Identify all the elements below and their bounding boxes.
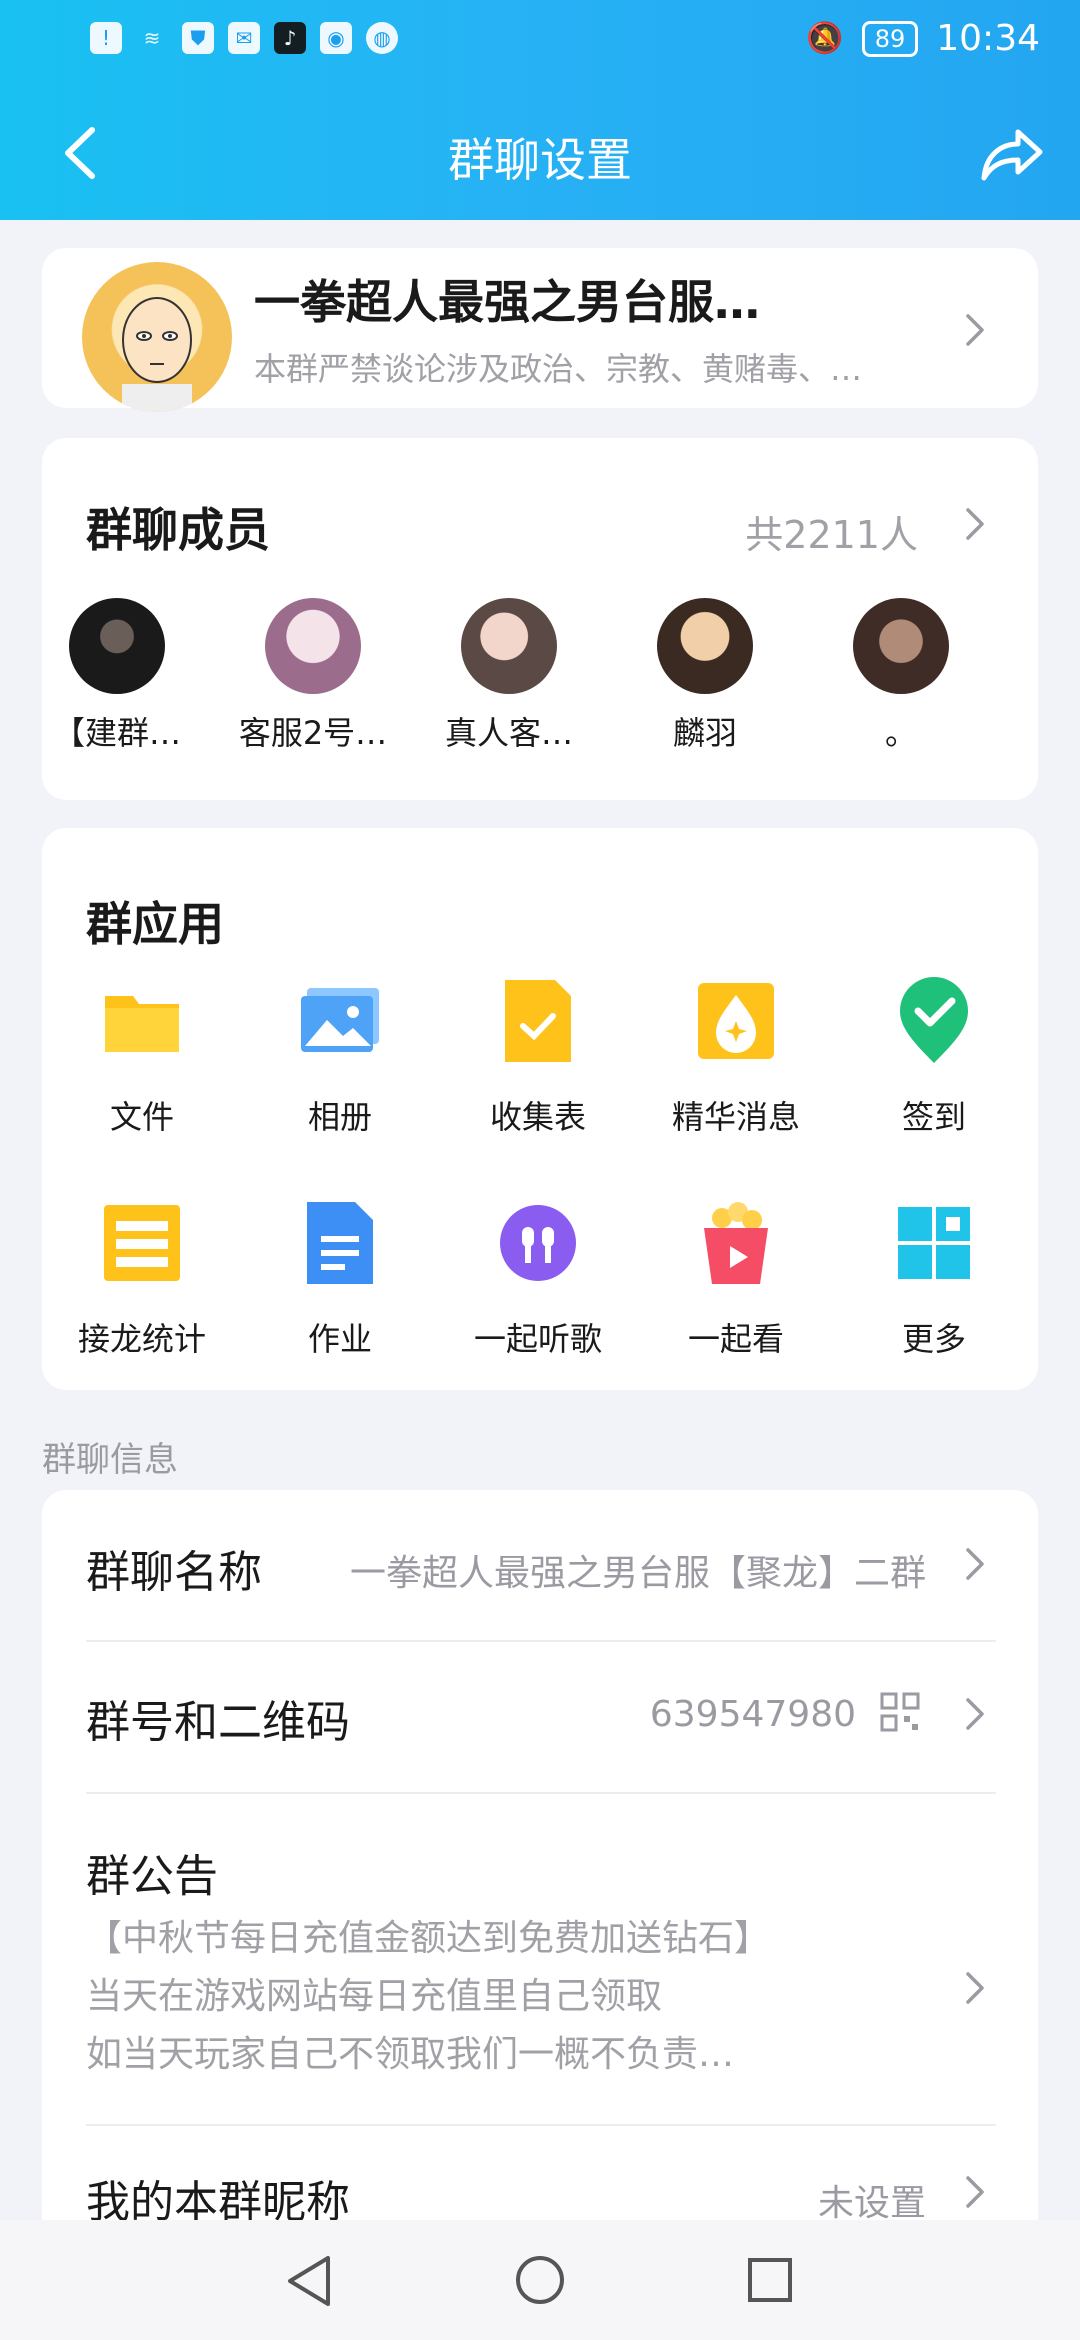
member-name: 真人客… bbox=[444, 714, 573, 752]
nav-back-icon[interactable] bbox=[284, 2254, 334, 2308]
group-name: 一拳超人最强之男台服… bbox=[254, 275, 760, 329]
app-listen-music[interactable]: 一起听歌 bbox=[448, 1198, 628, 1360]
row-label: 群聊名称 bbox=[86, 1547, 262, 1598]
member-avatar bbox=[69, 598, 165, 694]
shield-icon: ⛊ bbox=[182, 22, 214, 54]
notice-line: 当天在游戏网站每日充值里自己领取 bbox=[86, 1976, 663, 2017]
form-icon bbox=[493, 976, 583, 1066]
nav-recents-icon[interactable] bbox=[746, 2256, 794, 2304]
app-label: 精华消息 bbox=[671, 1098, 800, 1136]
nav-home-icon[interactable] bbox=[514, 2254, 566, 2306]
app-label: 作业 bbox=[307, 1320, 372, 1358]
group-id-value: 639547980 bbox=[649, 1694, 856, 1735]
relay-icon bbox=[97, 1198, 187, 1288]
chevron-right-icon bbox=[964, 2172, 988, 2212]
system-nav-bar bbox=[0, 2220, 1080, 2340]
chevron-right-icon[interactable] bbox=[964, 504, 988, 544]
battery-indicator: 89 bbox=[861, 20, 919, 57]
member-avatar bbox=[461, 598, 557, 694]
app-relay[interactable]: 接龙统计 bbox=[52, 1198, 232, 1360]
member-avatar bbox=[853, 598, 949, 694]
share-icon[interactable] bbox=[976, 120, 1046, 186]
group-avatar bbox=[82, 262, 232, 412]
member-item[interactable]: 真人客… bbox=[434, 598, 584, 754]
member-avatar bbox=[657, 598, 753, 694]
group-description: 本群严禁谈论涉及政治、宗教、黄赌毒、… bbox=[254, 350, 863, 388]
listen-music-icon bbox=[493, 1198, 583, 1288]
app-icon: ◉ bbox=[320, 22, 352, 54]
group-name-row[interactable]: 群聊名称 一拳超人最强之男台服【聚龙】二群 bbox=[86, 1490, 996, 1642]
group-notice-row[interactable]: 群公告 【中秋节每日充值金额达到免费加送钻石】 当天在游戏网站每日充值里自己领取… bbox=[86, 1794, 996, 2126]
nickname-value: 未设置 bbox=[817, 2183, 926, 2224]
status-bar: ! ≋ ⛊ ✉ ♪ ◉ ◍ 🔕 89 10:34 bbox=[0, 0, 1080, 88]
member-item[interactable]: 【建群… bbox=[42, 598, 192, 754]
check-in-icon bbox=[889, 976, 979, 1066]
member-name: 。 bbox=[884, 714, 917, 752]
wifi-icon: ≋ bbox=[143, 26, 161, 50]
more-apps-icon bbox=[889, 1198, 979, 1288]
app-essence[interactable]: 精华消息 bbox=[646, 976, 826, 1138]
section-label-group-info: 群聊信息 bbox=[42, 1440, 178, 1480]
group-id-row[interactable]: 群号和二维码 639547980 bbox=[86, 1642, 996, 1794]
chevron-right-icon bbox=[964, 1694, 988, 1734]
notice-line: 如当天玩家自己不领取我们一概不负责… bbox=[86, 2034, 735, 2075]
app-check-in[interactable]: 签到 bbox=[844, 976, 1024, 1138]
app-header: ! ≋ ⛊ ✉ ♪ ◉ ◍ 🔕 89 10:34 群聊设置 bbox=[0, 0, 1080, 220]
member-name: 客服2号… bbox=[238, 714, 388, 752]
homework-icon bbox=[295, 1198, 385, 1288]
members-title: 群聊成员 bbox=[86, 503, 270, 557]
member-avatar bbox=[265, 598, 361, 694]
app-watch-together[interactable]: 一起看 bbox=[646, 1198, 826, 1360]
app-label: 收集表 bbox=[489, 1098, 586, 1136]
member-name: 麟羽 bbox=[672, 714, 737, 752]
notification-icons: ! ≋ ⛊ ✉ ♪ ◉ ◍ bbox=[90, 22, 398, 54]
app-label: 签到 bbox=[901, 1098, 966, 1136]
chevron-right-icon bbox=[964, 1544, 988, 1584]
notice-line: 【中秋节每日充值金额达到免费加送钻石】 bbox=[86, 1918, 771, 1959]
tiktok-icon: ♪ bbox=[274, 22, 306, 54]
chevron-right-icon bbox=[964, 310, 988, 350]
member-item[interactable]: 客服2号… bbox=[238, 598, 388, 754]
mail-icon: ✉ bbox=[228, 22, 260, 54]
chevron-right-icon bbox=[964, 1968, 988, 2008]
group-apps-card: 群应用 文件 相册 收集表 精华消息 签到 接龙统计 作业 一起听歌 一起看 更… bbox=[42, 828, 1038, 1390]
member-item[interactable]: 麟羽 bbox=[630, 598, 780, 754]
browser-icon: ◍ bbox=[366, 22, 398, 54]
alert-icon: ! bbox=[90, 22, 122, 54]
app-files[interactable]: 文件 bbox=[52, 976, 232, 1138]
nav-bar: 群聊设置 bbox=[0, 100, 1080, 210]
photo-album-icon bbox=[295, 976, 385, 1066]
app-label: 文件 bbox=[109, 1098, 174, 1136]
app-album[interactable]: 相册 bbox=[250, 976, 430, 1138]
member-count[interactable]: 共2211人 bbox=[745, 504, 918, 559]
app-label: 相册 bbox=[307, 1098, 372, 1136]
members-card: 群聊成员 共2211人 【建群… 客服2号… 真人客… 麟羽 。 bbox=[42, 438, 1038, 800]
watch-together-icon bbox=[691, 1198, 781, 1288]
member-name: 【建群… bbox=[52, 714, 181, 752]
folder-icon bbox=[97, 976, 187, 1066]
group-info-card: 群聊名称 一拳超人最强之男台服【聚龙】二群 群号和二维码 639547980 群… bbox=[42, 1490, 1038, 2250]
member-item[interactable]: 。 bbox=[826, 598, 976, 754]
page-title: 群聊设置 bbox=[448, 133, 632, 187]
group-profile-card[interactable]: 一拳超人最强之男台服… 本群严禁谈论涉及政治、宗教、黄赌毒、… bbox=[42, 248, 1038, 412]
app-label: 接龙统计 bbox=[77, 1320, 206, 1358]
row-label: 群号和二维码 bbox=[86, 1697, 350, 1748]
mute-icon: 🔕 bbox=[806, 21, 844, 56]
qr-code-icon bbox=[880, 1692, 920, 1732]
app-form[interactable]: 收集表 bbox=[448, 976, 628, 1138]
app-label: 更多 bbox=[901, 1320, 966, 1358]
app-label: 一起看 bbox=[687, 1320, 784, 1358]
app-homework[interactable]: 作业 bbox=[250, 1198, 430, 1360]
clock: 10:34 bbox=[936, 18, 1040, 59]
group-name-value: 一拳超人最强之男台服【聚龙】二群 bbox=[349, 1553, 926, 1594]
apps-title: 群应用 bbox=[86, 897, 224, 951]
notice-text: 【中秋节每日充值金额达到免费加送钻石】 当天在游戏网站每日充值里自己领取 如当天… bbox=[86, 1910, 770, 2084]
system-status: 🔕 89 10:34 bbox=[806, 18, 1040, 59]
essence-icon bbox=[691, 976, 781, 1066]
row-label: 群公告 bbox=[86, 1851, 218, 1902]
app-label: 一起听歌 bbox=[473, 1320, 602, 1358]
app-more[interactable]: 更多 bbox=[844, 1198, 1024, 1360]
